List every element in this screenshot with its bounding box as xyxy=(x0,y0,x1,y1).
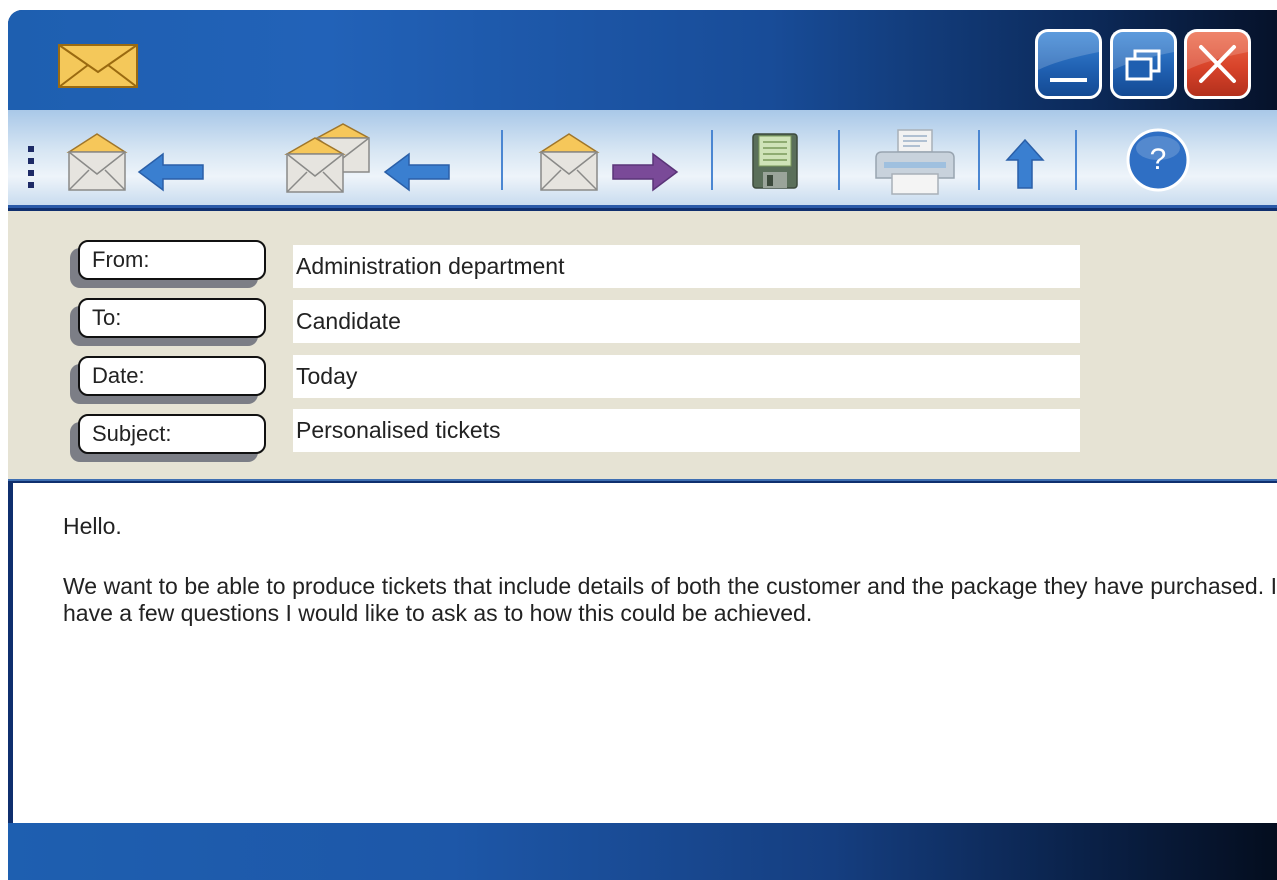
message-header: From: Administration department To: Cand… xyxy=(8,211,1277,481)
reply-icon xyxy=(66,133,204,192)
subject-field[interactable]: Personalised tickets xyxy=(293,409,1080,452)
subject-label: Subject: xyxy=(78,414,266,454)
up-arrow-icon xyxy=(1005,138,1045,189)
toolbar-separator xyxy=(711,130,713,190)
toolbar-separator xyxy=(501,130,503,190)
date-field[interactable]: Today xyxy=(293,355,1080,398)
envelope-icon xyxy=(58,44,138,93)
from-field[interactable]: Administration department xyxy=(293,245,1080,288)
date-label: Date: xyxy=(78,356,266,396)
status-bar xyxy=(8,823,1277,880)
from-label: From: xyxy=(78,240,266,280)
to-label: To: xyxy=(78,298,266,338)
save-button[interactable] xyxy=(745,122,805,201)
help-button[interactable]: ? xyxy=(1126,128,1190,197)
title-bar xyxy=(8,10,1277,110)
forward-button[interactable] xyxy=(535,122,685,201)
print-button[interactable] xyxy=(870,122,960,201)
reply-all-icon xyxy=(284,123,450,193)
reply-button[interactable] xyxy=(63,122,213,201)
message-paragraph: We want to be able to produce tickets th… xyxy=(63,573,1277,626)
minimize-icon xyxy=(1038,32,1099,82)
to-field[interactable]: Candidate xyxy=(293,300,1080,343)
toolbar: ? xyxy=(8,110,1277,208)
email-window: ? From: Administration department To: Ca… xyxy=(8,10,1277,880)
subject-label-box: Subject: xyxy=(70,414,266,462)
message-greeting: Hello. xyxy=(63,513,122,539)
date-label-box: Date: xyxy=(70,356,266,404)
help-label: ? xyxy=(1149,143,1167,176)
toolbar-grip[interactable] xyxy=(28,146,36,195)
minimize-button[interactable] xyxy=(1035,29,1102,99)
to-label-box: To: xyxy=(70,298,266,346)
restore-button[interactable] xyxy=(1110,29,1177,99)
toolbar-separator xyxy=(1075,130,1077,190)
restore-icon xyxy=(1113,32,1174,81)
toolbar-separator xyxy=(838,130,840,190)
close-button[interactable] xyxy=(1184,29,1251,99)
save-icon xyxy=(752,133,798,189)
message-body[interactable]: Hello. We want to be able to produce tic… xyxy=(8,483,1277,823)
close-icon xyxy=(1187,32,1248,83)
from-label-box: From: xyxy=(70,240,266,288)
toolbar-separator xyxy=(978,130,980,190)
reply-all-button[interactable] xyxy=(283,122,458,201)
forward-icon xyxy=(538,133,679,192)
print-icon xyxy=(875,129,955,195)
move-up-button[interactable] xyxy=(1003,122,1047,201)
